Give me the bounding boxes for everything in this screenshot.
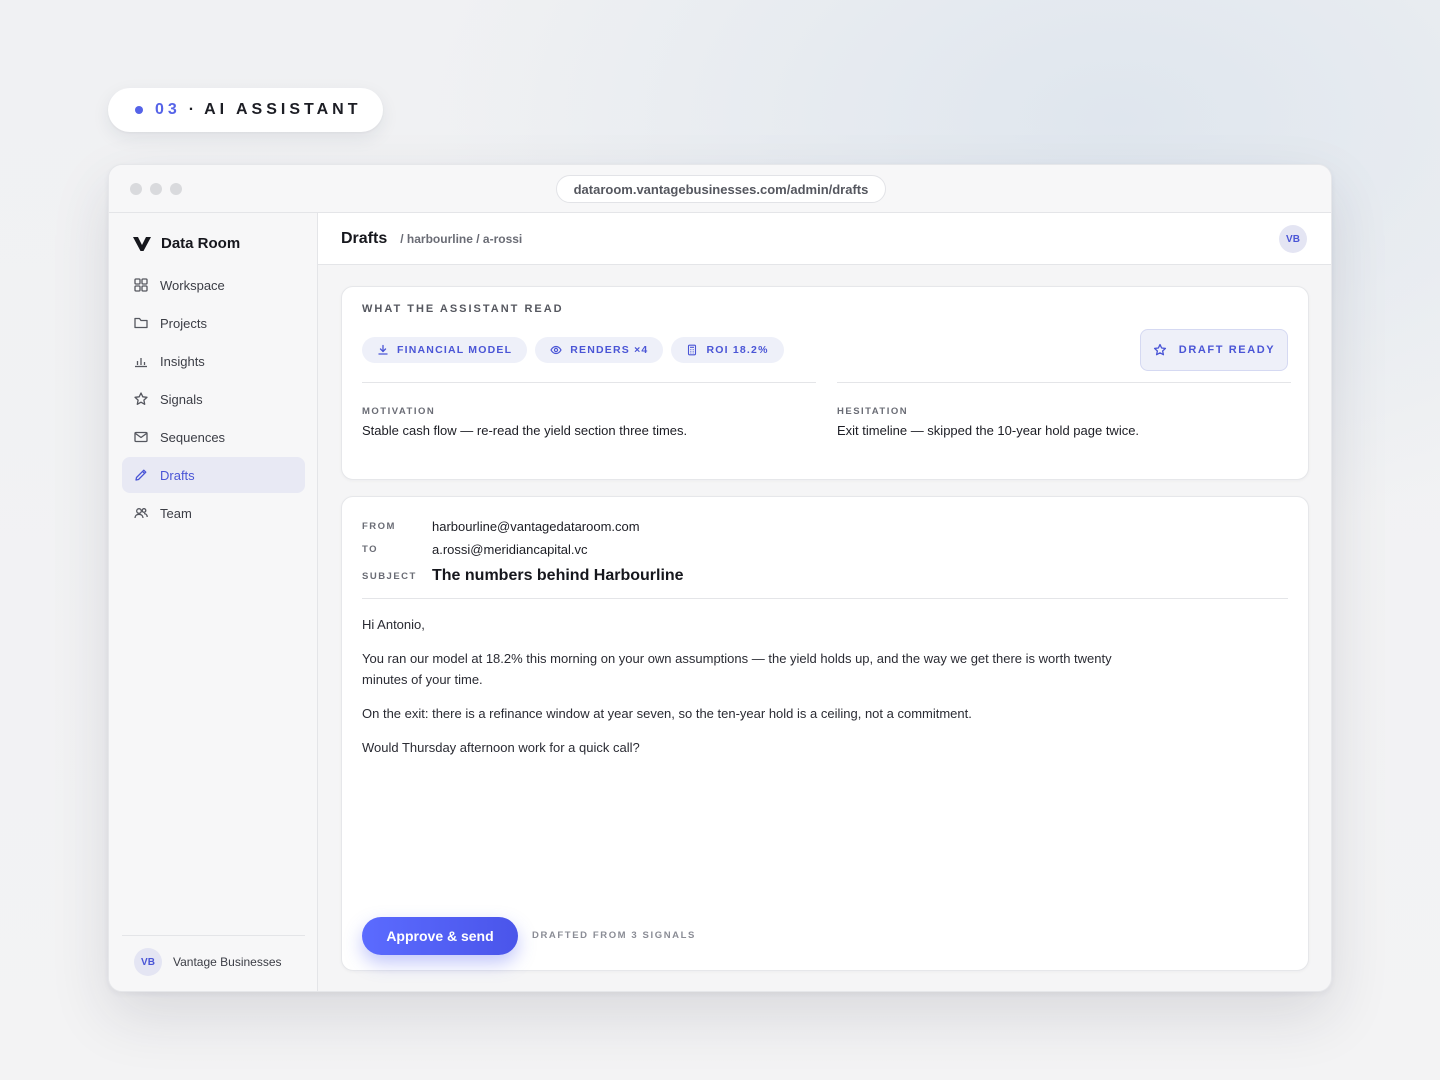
email-paragraph: You ran our model at 18.2% this morning … [362, 651, 1112, 687]
motivation-block: MOTIVATION Stable cash flow — re-read th… [362, 382, 816, 438]
main-content: Drafts / harbourline / a-rossi VB WHAT T… [318, 213, 1331, 991]
section-number: 03 [155, 101, 181, 118]
sidebar-item-insights[interactable]: Insights [122, 343, 305, 379]
section-title: AI ASSISTANT [204, 101, 362, 118]
email-paragraph: Would Thursday afternoon work for a quic… [362, 740, 640, 755]
sidebar-item-label: Sequences [160, 429, 226, 445]
sidebar-item-label: Team [160, 505, 192, 521]
sidebar-item-team[interactable]: Team [122, 495, 305, 531]
page-title: Drafts [341, 229, 388, 247]
chip-label: RENDERS ×4 [570, 344, 649, 356]
sidebar-item-label: Insights [160, 353, 205, 369]
account-name: Vantage Businesses [173, 955, 282, 969]
divider [362, 598, 1288, 599]
sidebar-item-label: Workspace [160, 277, 225, 293]
hesitation-value: Exit timeline — skipped the 10-year hold… [837, 423, 1140, 438]
divider [362, 382, 816, 383]
users-icon [134, 508, 148, 519]
subject-field[interactable]: The numbers behind Harbourline [432, 567, 684, 585]
section-label: 03 · AI ASSISTANT [108, 88, 383, 132]
star-icon [1153, 343, 1166, 356]
avatar: VB [134, 948, 162, 976]
sidebar-item-label: Signals [160, 391, 203, 407]
pencil-icon [135, 469, 147, 481]
chip-label: FINANCIAL MODEL [397, 344, 513, 356]
sidebar-item-label: Drafts [160, 467, 195, 483]
mail-icon [134, 431, 148, 443]
window-controls [130, 183, 182, 195]
sidebar-nav: Workspace Projects Insights Signals Sequ… [122, 267, 305, 533]
brand-logo-icon [133, 236, 151, 251]
assistant-read-heading: WHAT THE ASSISTANT READ [362, 303, 564, 315]
to-row: TO a.rossi@meridiancapital.vc [362, 538, 684, 561]
hesitation-label: HESITATION [837, 406, 909, 417]
folder-icon [134, 317, 148, 329]
from-row: FROM harbourline@vantagedataroom.com [362, 515, 684, 538]
motivation-label: MOTIVATION [362, 406, 436, 417]
user-avatar[interactable]: VB [1279, 225, 1307, 253]
subject-label: SUBJECT [362, 570, 417, 582]
star-icon [134, 392, 148, 405]
sidebar-item-label: Projects [160, 315, 207, 331]
subject-row: SUBJECT The numbers behind Harbourline [362, 561, 684, 591]
minimize-window-button[interactable] [150, 183, 162, 195]
account-switcher[interactable]: VB Vantage Businesses [122, 935, 305, 976]
grid-icon [134, 278, 148, 292]
sidebar-item-projects[interactable]: Projects [122, 305, 305, 341]
maximize-window-button[interactable] [170, 183, 182, 195]
to-field[interactable]: a.rossi@meridiancapital.vc [432, 542, 588, 557]
eye-icon [550, 345, 562, 355]
status-dot-icon [135, 106, 143, 114]
email-draft-card: FROM harbourline@vantagedataroom.com TO … [341, 496, 1309, 971]
sidebar-item-workspace[interactable]: Workspace [122, 267, 305, 303]
motivation-value: Stable cash flow — re-read the yield sec… [362, 423, 688, 438]
email-paragraph: On the exit: there is a refinance window… [362, 706, 972, 721]
brand[interactable]: Data Room [133, 235, 240, 252]
divider [837, 382, 1291, 383]
assistant-read-card: WHAT THE ASSISTANT READ FINANCIAL MODEL … [341, 286, 1309, 480]
signal-chips: FINANCIAL MODEL RENDERS ×4 ROI 18.2% [362, 337, 784, 363]
draft-ready-badge[interactable]: DRAFT READY [1140, 329, 1288, 371]
email-body[interactable]: Hi Antonio, You ran our model at 18.2% t… [362, 614, 1152, 771]
sidebar-item-drafts[interactable]: Drafts [122, 457, 305, 493]
brand-name: Data Room [161, 235, 241, 252]
chip-roi[interactable]: ROI 18.2% [671, 337, 784, 363]
chip-financial-model[interactable]: FINANCIAL MODEL [362, 337, 528, 363]
page-header: Drafts / harbourline / a-rossi VB [318, 213, 1331, 265]
sidebar: Data Room Workspace Projects Insights Si… [109, 213, 318, 991]
drafted-from-note: DRAFTED FROM 3 SIGNALS [532, 930, 696, 941]
download-icon [378, 344, 388, 355]
bar-chart-icon [135, 358, 147, 368]
chip-label: ROI 18.2% [706, 344, 769, 356]
chip-renders[interactable]: RENDERS ×4 [535, 337, 664, 363]
to-label: TO [362, 544, 379, 555]
from-label: FROM [362, 521, 396, 532]
browser-titlebar: dataroom.vantagebusinesses.com/admin/dra… [109, 165, 1331, 213]
breadcrumb[interactable]: / harbourline / a-rossi [400, 232, 522, 246]
from-field[interactable]: harbourline@vantagedataroom.com [432, 519, 640, 534]
email-headers: FROM harbourline@vantagedataroom.com TO … [362, 515, 684, 591]
section-separator: · [188, 101, 195, 118]
address-bar[interactable]: dataroom.vantagebusinesses.com/admin/dra… [556, 175, 886, 203]
browser-window: dataroom.vantagebusinesses.com/admin/dra… [108, 164, 1332, 992]
calculator-icon [688, 344, 697, 356]
sidebar-item-signals[interactable]: Signals [122, 381, 305, 417]
sidebar-item-sequences[interactable]: Sequences [122, 419, 305, 455]
approve-send-button[interactable]: Approve & send [362, 917, 518, 955]
close-window-button[interactable] [130, 183, 142, 195]
email-greeting: Hi Antonio, [362, 617, 425, 632]
hesitation-block: HESITATION Exit timeline — skipped the 1… [837, 382, 1291, 438]
draft-ready-label: DRAFT READY [1178, 344, 1276, 356]
